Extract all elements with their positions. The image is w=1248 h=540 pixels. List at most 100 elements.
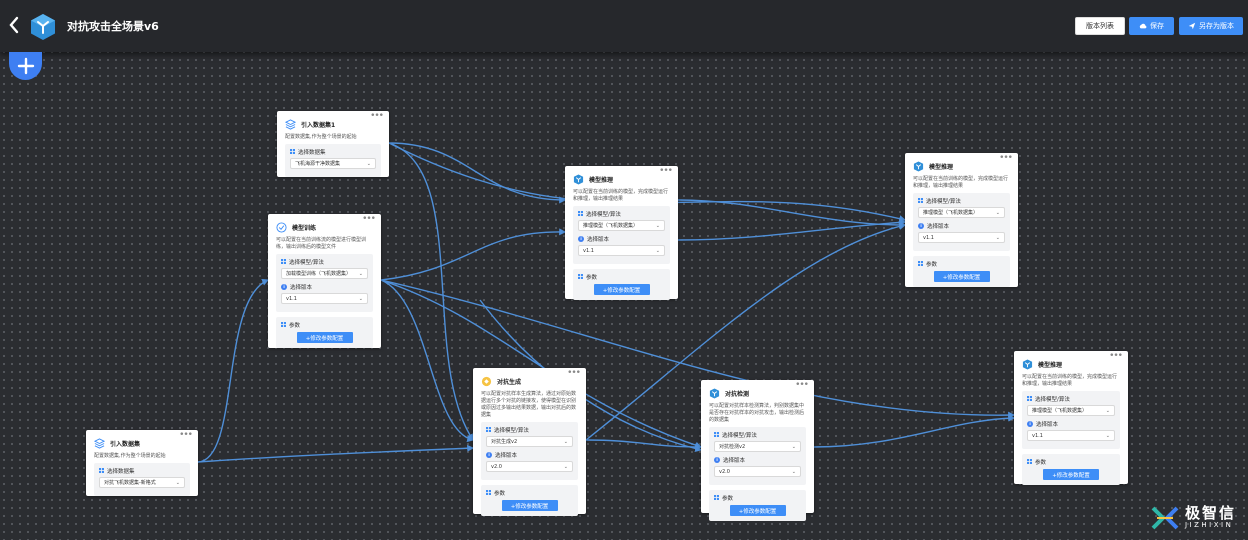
edit-params-button[interactable]: +修改参数配置: [729, 505, 786, 516]
edge-adv-det-infer3: [813, 414, 1016, 448]
select-value: v2.0: [491, 463, 502, 470]
top-bar: 对抗攻击全场景v6 版本列表 保存 另存为版本: [0, 0, 1248, 52]
edit-params-button[interactable]: +修改参数配置: [296, 332, 353, 343]
version-label: 选择版本: [587, 236, 610, 243]
version-list-button[interactable]: 版本列表: [1075, 17, 1125, 35]
select-value: 对抗检测v2: [719, 444, 746, 450]
model-label: 选择模型/算法: [1035, 396, 1070, 403]
select-value: v1.1: [1032, 432, 1043, 439]
select-value: 推理模型（飞机数据集）: [1032, 408, 1088, 414]
edit-params-button[interactable]: +修改参数配置: [1043, 469, 1099, 480]
node-import-dataset-2[interactable]: ••• 引入数据集 配置数据集,作为整个场景的起始 选择数据集 对抗飞机数据集-…: [86, 430, 198, 496]
grid-icon: [281, 259, 286, 264]
select-value: 飞机海源干净数据集: [295, 161, 341, 167]
edit-params-button[interactable]: +修改参数配置: [593, 284, 650, 295]
cube-icon: [573, 173, 584, 185]
version-label: 选择版本: [495, 452, 518, 459]
model-select[interactable]: 推理模型（飞机数据集） ⌄: [578, 220, 665, 231]
edge-train-infer1: [380, 228, 567, 281]
model-select[interactable]: 推理模型（飞机数据集） ⌄: [1027, 405, 1115, 416]
node-description: 可以配置在当前训练的模型，完成模型运行和推理，输出推理结果: [573, 189, 669, 202]
save-as-version-label: 另存为版本: [1199, 22, 1234, 30]
cloud-upload-icon: [1139, 23, 1147, 29]
version-select[interactable]: v2.0 ⌄: [486, 461, 573, 472]
chevron-down-icon: ⌄: [655, 247, 660, 254]
version-select[interactable]: v1.1 ⌄: [918, 232, 1005, 243]
node-model-training[interactable]: ••• 模型训练 可以配置在当前训练流的模型进行模型训练，输出训练后的模型文件 …: [268, 214, 381, 348]
dataset-select[interactable]: 对抗飞机数据集-新格式 ⌄: [99, 477, 185, 488]
generate-icon: [481, 376, 492, 386]
node-model-inference-2[interactable]: ••• 模型推理 可以配置在当前训练的模型，完成模型运行和推理，输出推理结果 选…: [905, 153, 1018, 287]
more-options-icon[interactable]: •••: [999, 154, 1013, 163]
brand-name-en: JIZHIXIN: [1184, 521, 1234, 529]
node-title: 对抗检测: [725, 390, 750, 398]
select-value: v1.1: [286, 295, 297, 302]
node-model-inference-3[interactable]: ••• 模型推理 可以配置在当前训练的模型，完成模型运行和推理，输出推理结果 选…: [1014, 351, 1128, 485]
node-model-inference-1[interactable]: ••• 模型推理 可以配置在当前训练的模型，完成模型运行和推理，输出推理结果 选…: [565, 166, 678, 300]
brand-watermark: 极智信 JIZHIXIN: [1151, 505, 1236, 530]
version-label: 选择版本: [1036, 421, 1059, 428]
model-select[interactable]: 对抗检测v2 ⌄: [714, 441, 801, 452]
select-value: v1.1: [923, 234, 934, 241]
more-options-icon[interactable]: •••: [659, 167, 673, 176]
cube-icon: [913, 160, 924, 172]
more-options-icon[interactable]: •••: [1109, 352, 1123, 361]
version-select[interactable]: v1.1 ⌄: [281, 293, 368, 304]
plus-icon: [17, 57, 34, 75]
info-icon: i: [918, 222, 924, 229]
node-description: 配置数据集,作为整个场景的起始: [285, 134, 357, 140]
save-button[interactable]: 保存: [1129, 17, 1174, 35]
version-label: 选择版本: [927, 223, 950, 230]
grid-icon: [486, 427, 491, 432]
select-value: 加载模型训练（飞机数据集）: [286, 271, 352, 277]
node-description: 配置数据集,作为整个场景的起始: [94, 453, 166, 459]
page-title: 对抗攻击全场景v6: [67, 20, 159, 33]
grid-icon: [99, 468, 104, 473]
cube-icon: [709, 387, 720, 399]
params-label: 参数: [1035, 459, 1047, 466]
more-options-icon[interactable]: •••: [179, 431, 193, 440]
params-label: 参数: [722, 495, 734, 502]
node-adversarial-generation[interactable]: ••• 对抗生成 可以配置对抗样本生成算法，通过对原始数据运行多个对抗的链接攻，…: [473, 368, 586, 516]
grid-icon: [290, 149, 295, 154]
edge-import1-infer1: [388, 142, 567, 204]
node-description: 可以配置在当前训练的模型，完成模型运行和推理，输出推理结果: [1022, 374, 1118, 387]
node-adversarial-detection[interactable]: ••• 对抗检测 可以配置对抗样本检测算法，判别数据集中是否存在对抗样本的对抗攻…: [701, 380, 814, 521]
more-options-icon[interactable]: •••: [567, 369, 581, 378]
node-title: 模型推理: [589, 176, 614, 184]
select-value: v1.1: [583, 247, 594, 254]
select-value: 对抗生成v2: [491, 439, 518, 445]
select-label: 选择数据集: [107, 468, 135, 475]
chevron-down-icon: ⌄: [791, 468, 796, 475]
model-select[interactable]: 加载模型训练（飞机数据集） ⌄: [281, 268, 368, 279]
grid-icon: [1027, 396, 1032, 401]
node-description: 可以配置对抗样本生成算法，通过对原始数据运行多个对抗的链接攻，使得模型在识别或原…: [481, 391, 577, 418]
model-label: 选择模型/算法: [494, 427, 529, 434]
node-title: 对抗生成: [497, 378, 522, 386]
model-select[interactable]: 对抗生成v2 ⌄: [486, 436, 573, 447]
save-as-version-button[interactable]: 另存为版本: [1179, 17, 1243, 35]
version-label: 选择版本: [290, 284, 313, 291]
more-options-icon[interactable]: •••: [370, 112, 384, 121]
info-icon: i: [486, 451, 492, 458]
model-select[interactable]: 推理模型（飞机数据集） ⌄: [918, 207, 1005, 218]
edit-params-button[interactable]: +修改参数配置: [933, 271, 990, 282]
chevron-down-icon: ⌄: [358, 295, 363, 302]
params-label: 参数: [926, 261, 938, 268]
jizhixin-logo-icon: [1151, 506, 1179, 529]
node-import-dataset-1[interactable]: ••• 引入数据集1 配置数据集,作为整个场景的起始 选择数据集 飞机海源干净数…: [277, 111, 389, 177]
more-options-icon[interactable]: •••: [362, 215, 376, 224]
more-options-icon[interactable]: •••: [795, 381, 809, 390]
version-select[interactable]: v2.0 ⌄: [714, 466, 801, 477]
edit-params-button[interactable]: +修改参数配置: [501, 500, 558, 511]
info-icon: i: [281, 283, 287, 290]
save-label: 保存: [1150, 22, 1164, 30]
chevron-down-icon: ⌄: [563, 438, 568, 445]
version-select[interactable]: v1.1 ⌄: [578, 245, 665, 256]
back-arrow-icon[interactable]: [8, 16, 26, 36]
version-select[interactable]: v1.1 ⌄: [1027, 430, 1115, 441]
chevron-down-icon: ⌄: [366, 160, 371, 167]
dataset-select[interactable]: 飞机海源干净数据集 ⌄: [290, 158, 376, 169]
chevron-down-icon: ⌄: [563, 463, 568, 470]
grid-icon: [714, 432, 719, 437]
